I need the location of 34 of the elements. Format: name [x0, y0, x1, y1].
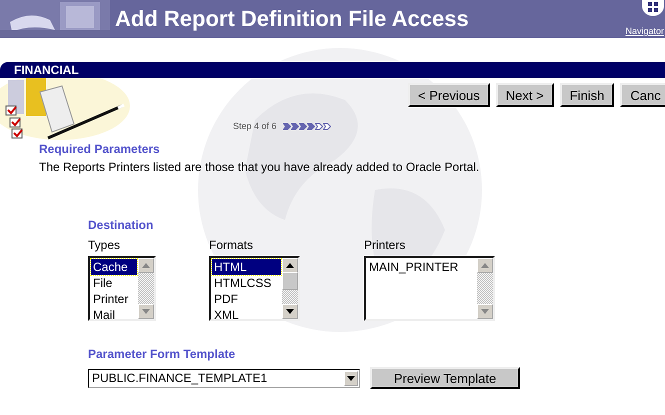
list-option[interactable]: HTML: [212, 259, 281, 275]
list-option[interactable]: XML: [212, 307, 281, 323]
section-title: FINANCIAL: [14, 63, 79, 77]
list-box[interactable]: Cache File Printer Mail: [88, 256, 156, 321]
step-indicator: Step 4 of 6: [233, 121, 277, 131]
scroll-up-icon[interactable]: [286, 263, 294, 268]
list-option[interactable]: File: [91, 275, 137, 291]
wizard-button[interactable]: Next >: [496, 83, 554, 107]
scroll-thumb[interactable]: [282, 272, 298, 290]
list-option[interactable]: Mail: [91, 307, 137, 323]
wizard-button[interactable]: < Previous: [408, 83, 490, 107]
list-option[interactable]: HTMLCSS: [212, 275, 281, 291]
list-label: Formats: [209, 238, 254, 252]
section-heading: Required Parameters: [39, 142, 161, 156]
list-box[interactable]: HTML HTMLCSS PDF XML: [209, 256, 300, 321]
list-option[interactable]: Cache: [91, 259, 137, 275]
dropdown-arrow-icon[interactable]: [347, 376, 355, 380]
wizard-button[interactable]: Canc: [620, 83, 665, 107]
section-heading: Parameter Form Template: [88, 347, 236, 361]
wizard-button[interactable]: Finish: [560, 83, 614, 107]
preview-button[interactable]: Preview Template: [370, 367, 520, 389]
description-text: The Reports Printers listed are those that you have already added to Oracle Portal.: [39, 160, 480, 174]
navigator-link[interactable]: Navigator: [625, 26, 664, 36]
scroll-down-icon[interactable]: [286, 309, 294, 314]
list-option[interactable]: MAIN_PRINTER: [367, 259, 476, 275]
list-label: Types: [88, 238, 122, 252]
list-box[interactable]: MAIN_PRINTER: [364, 256, 495, 321]
navigator-icon[interactable]: [642, 0, 664, 16]
list-option[interactable]: PDF: [212, 291, 281, 307]
section-heading: Destination: [88, 218, 154, 232]
template-dropdown[interactable]: PUBLIC.FINANCE_TEMPLATE1: [88, 368, 360, 388]
list-option[interactable]: Printer: [91, 291, 137, 307]
list-label: Printers: [364, 238, 406, 252]
page-title: Add Report Definition File Access: [115, 6, 470, 32]
